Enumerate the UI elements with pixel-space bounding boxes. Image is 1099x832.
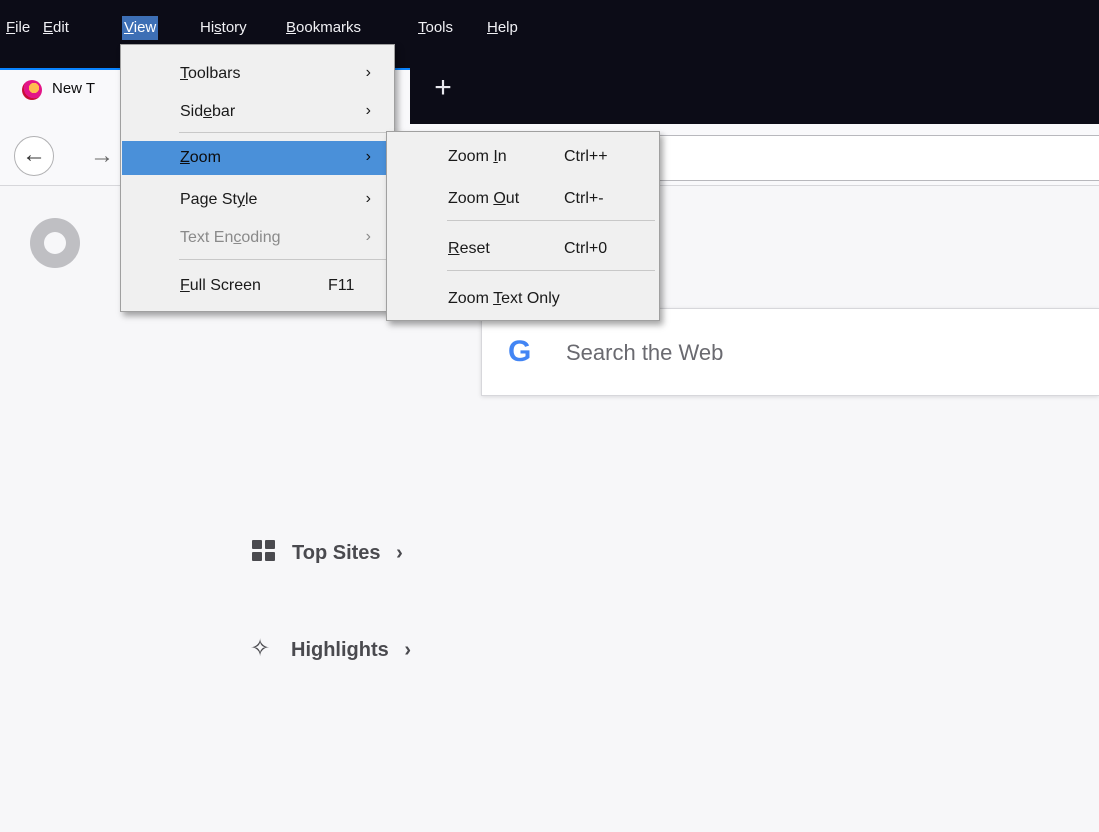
menu-item-toolbars[interactable]: Toolbars › bbox=[122, 57, 393, 91]
menu-separator bbox=[179, 132, 390, 133]
menu-bookmarks[interactable]: Bookmarks bbox=[285, 18, 362, 38]
menu-file[interactable]: File bbox=[5, 18, 31, 38]
firefox-tab-icon bbox=[22, 80, 42, 100]
menu-separator bbox=[447, 220, 655, 221]
highlights-section[interactable]: Highlights › bbox=[291, 639, 411, 662]
chevron-right-icon: › bbox=[365, 228, 371, 245]
menu-item-zoom-out[interactable]: Zoom Out Ctrl+- bbox=[388, 182, 658, 216]
new-tab-button[interactable]: + bbox=[428, 70, 458, 106]
chevron-right-icon: › bbox=[365, 64, 371, 81]
top-sites-grid-icon bbox=[252, 540, 276, 562]
forward-button[interactable]: → bbox=[84, 136, 120, 176]
menu-item-zoom[interactable]: Zoom › bbox=[122, 141, 393, 175]
menu-separator bbox=[179, 259, 390, 260]
menu-history[interactable]: History bbox=[199, 18, 248, 38]
menu-item-text-encoding: Text Encoding › bbox=[180, 228, 371, 246]
menu-edit[interactable]: Edit bbox=[42, 18, 70, 38]
chevron-right-icon: › bbox=[365, 102, 371, 119]
menu-view[interactable]: View bbox=[122, 16, 159, 40]
highlights-label: Highlights bbox=[291, 639, 389, 661]
chevron-right-icon: › bbox=[365, 148, 371, 165]
back-button[interactable]: ← bbox=[14, 136, 54, 176]
view-menu: Toolbars › Sidebar › Zoom › Page Style ›… bbox=[120, 44, 395, 312]
google-icon: G bbox=[508, 335, 532, 368]
menu-tools[interactable]: Tools bbox=[417, 18, 454, 38]
highlights-chevron-icon: › bbox=[404, 639, 411, 661]
tab-title: New T bbox=[52, 80, 96, 97]
full-screen-shortcut: F11 bbox=[328, 277, 355, 294]
top-sites-chevron-icon: › bbox=[396, 542, 403, 564]
menu-separator bbox=[447, 270, 655, 271]
zoom-submenu: Zoom In Ctrl++ Zoom Out Ctrl+- Reset Ctr… bbox=[386, 131, 660, 321]
firefox-logo-icon bbox=[30, 218, 80, 268]
highlights-sparkle-icon: ✧ bbox=[250, 635, 271, 662]
menu-bar: File Edit View History Bookmarks Tools H… bbox=[0, 0, 1099, 48]
zoom-out-shortcut: Ctrl+- bbox=[564, 190, 604, 207]
menu-item-full-screen[interactable]: Full Screen F11 bbox=[122, 269, 393, 303]
top-sites-label: Top Sites bbox=[292, 542, 381, 564]
chevron-right-icon: › bbox=[365, 190, 371, 207]
menu-help[interactable]: Help bbox=[486, 18, 519, 38]
search-placeholder: Search the Web bbox=[566, 340, 724, 365]
menu-item-page-style[interactable]: Page Style › bbox=[122, 183, 393, 217]
menu-item-sidebar[interactable]: Sidebar › bbox=[122, 95, 393, 129]
top-sites-section[interactable]: Top Sites › bbox=[292, 542, 403, 565]
reset-shortcut: Ctrl+0 bbox=[564, 240, 608, 257]
menu-item-zoom-in[interactable]: Zoom In Ctrl++ bbox=[388, 140, 658, 174]
zoom-in-shortcut: Ctrl++ bbox=[564, 148, 608, 165]
menu-item-reset[interactable]: Reset Ctrl+0 bbox=[388, 232, 658, 266]
menu-item-zoom-text-only[interactable]: Zoom Text Only bbox=[388, 282, 658, 316]
